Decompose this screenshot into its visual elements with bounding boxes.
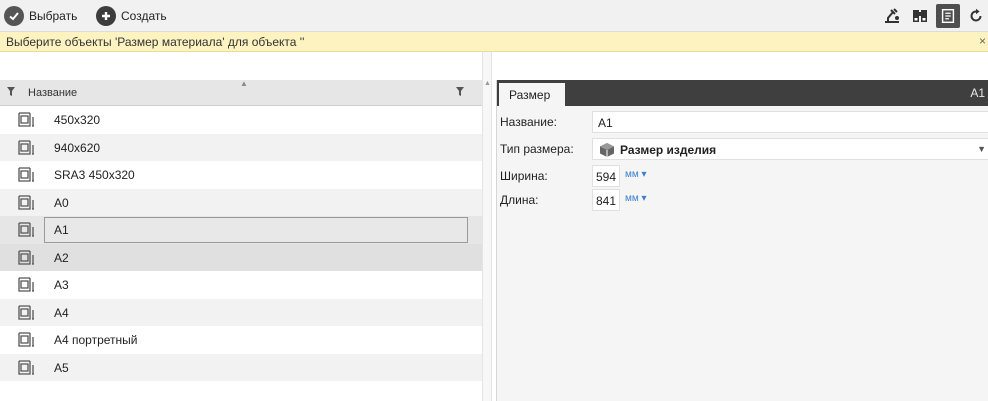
list-item[interactable]: A5	[0, 353, 482, 381]
chevron-down-icon[interactable]: ▼	[977, 144, 986, 154]
edit-document-icon[interactable]	[936, 4, 960, 28]
plus-icon	[96, 6, 116, 26]
list-item-label: 940x620	[54, 140, 101, 155]
width-input[interactable]: 594	[592, 165, 620, 187]
create-button[interactable]: Создать	[96, 5, 167, 27]
filter-icon[interactable]	[6, 86, 16, 100]
width-field-row: Ширина: 594 мм ▾	[497, 165, 988, 187]
tab-size-label: Размер	[509, 88, 551, 102]
list-item[interactable]: A2	[0, 243, 482, 271]
size-icon	[18, 277, 36, 295]
list-item-label: A4 портретный	[54, 333, 138, 347]
toolbar-right-icons	[876, 4, 988, 28]
info-message: Выберите объекты 'Размер материала' для …	[6, 35, 305, 49]
type-field-row: Тип размера: Размер изделия ▼	[497, 138, 988, 160]
name-value: A1	[598, 116, 613, 130]
width-value: 594	[596, 170, 617, 184]
list-item-label: A2	[54, 250, 69, 265]
scroll-up-icon[interactable]: ▲	[484, 80, 491, 87]
info-bar: Выберите объекты 'Размер материала' для …	[0, 32, 988, 52]
select-button-label: Выбрать	[29, 9, 78, 23]
size-icon	[18, 249, 36, 268]
sort-arrow-icon: ▲	[240, 79, 248, 88]
name-input[interactable]: A1	[592, 111, 988, 133]
size-icon	[18, 112, 36, 130]
list-item[interactable]: 450x320	[0, 106, 482, 134]
list-item-label: A0	[54, 195, 69, 210]
size-icon	[18, 332, 36, 350]
list-item[interactable]: A4	[0, 298, 482, 326]
list-item-label: 450x320	[54, 113, 101, 127]
size-icon	[18, 304, 36, 323]
select-button[interactable]: Выбрать	[4, 5, 77, 27]
filter-icon[interactable]	[455, 86, 465, 100]
tab-size[interactable]: Размер	[499, 83, 565, 106]
size-icon	[18, 167, 36, 185]
name-field-row: Название: A1	[497, 111, 988, 133]
width-label: Ширина:	[500, 169, 548, 183]
type-label: Тип размера:	[500, 142, 574, 156]
type-value: Размер изделия	[620, 143, 717, 157]
length-value: 841	[596, 194, 617, 208]
selection-highlight	[44, 217, 468, 243]
size-icon	[18, 194, 36, 213]
close-icon[interactable]: ×	[979, 34, 986, 48]
size-icon	[18, 222, 36, 240]
cube-icon	[599, 142, 615, 161]
column-header-label: Название	[28, 87, 78, 99]
binoculars-icon[interactable]	[908, 4, 932, 28]
list-item[interactable]: A4 портретный	[0, 326, 482, 354]
refresh-icon[interactable]	[964, 4, 988, 28]
length-input[interactable]: 841	[592, 189, 620, 211]
column-header[interactable]: Название ▲	[0, 79, 482, 106]
list-rows: 450x320 940x620 SRA3 450x320 A0 A1 A2 A3	[0, 106, 482, 381]
list-item[interactable]: 940x620	[0, 133, 482, 161]
width-unit-dropdown[interactable]: мм ▾	[625, 169, 647, 180]
detail-pane: Размер A1 Название: A1 Тип размера: Разм…	[496, 80, 988, 401]
list-item-label: A3	[54, 278, 69, 292]
tab-bar-title: A1	[970, 86, 985, 100]
list-item[interactable]: A0	[0, 188, 482, 216]
size-icon	[18, 359, 36, 378]
microscope-icon[interactable]	[880, 4, 904, 28]
list-item-selected[interactable]: A1	[0, 216, 482, 244]
type-dropdown[interactable]: Размер изделия ▼	[592, 138, 988, 160]
list-item-label: A5	[54, 360, 69, 375]
list-item[interactable]: A3	[0, 271, 482, 299]
list-item[interactable]: SRA3 450x320	[0, 161, 482, 189]
toolbar: Выбрать Создать	[0, 0, 988, 32]
length-field-row: Длина: 841 мм ▾	[497, 189, 988, 211]
length-unit-dropdown[interactable]: мм ▾	[625, 193, 647, 204]
list-item-label: A1	[54, 223, 69, 237]
list-scrollbar[interactable]: ▲	[482, 52, 492, 401]
list-item-label: SRA3 450x320	[54, 168, 135, 182]
create-button-label: Создать	[121, 9, 167, 23]
list-pane: Название ▲ 450x320 940x620 SRA3 450x320 …	[0, 52, 482, 401]
length-label: Длина:	[500, 193, 539, 207]
name-label: Название:	[500, 115, 557, 129]
tab-bar: Размер A1	[497, 80, 988, 106]
list-item-label: A4	[54, 305, 69, 320]
checkmark-icon	[4, 6, 24, 26]
size-icon	[18, 139, 36, 158]
